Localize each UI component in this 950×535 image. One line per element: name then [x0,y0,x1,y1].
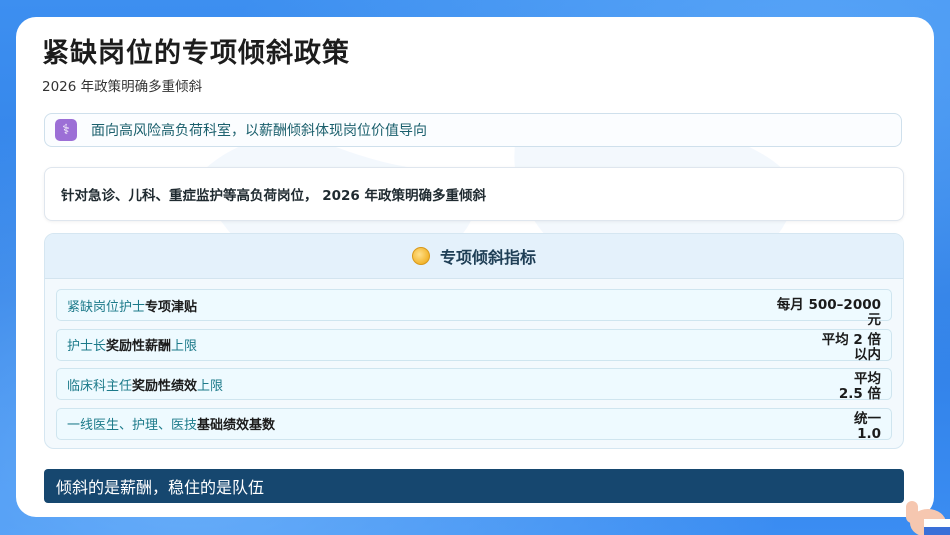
indicator-row: 紧缺岗位护士专项津贴 每月 500–2000 元 [56,289,892,328]
indicator-list: 紧缺岗位护士专项津贴 每月 500–2000 元 护士长奖励性薪酬上限 平均 2… [45,279,903,442]
info-banner: ⚕ 面向高风险高负荷科室，以薪酬倾斜体现岗位价值导向 [44,113,902,147]
panel-header: 专项倾斜指标 [45,234,903,279]
medical-caduceus-icon: ⚕ [55,119,77,141]
indicator-row: 一线医生、护理、医技基础绩效基数 统一 1.0 [56,407,892,442]
indicator-value: 每月 500–2000 元 [776,297,881,328]
indicator-label: 一线医生、护理、医技基础绩效基数 [67,418,276,433]
banner-text: 面向高风险高负荷科室，以薪酬倾斜体现岗位价值导向 [91,123,427,139]
indicator-value: 统一 1.0 [854,410,881,442]
footer-text: 倾斜的是薪酬，稳住的是队伍 [56,478,265,497]
panel-title: 专项倾斜指标 [439,248,536,267]
indicator-label: 紧缺岗位护士专项津贴 [67,299,198,315]
coin-icon [411,247,430,265]
footer-bar: 倾斜的是薪酬，稳住的是队伍 [44,469,904,503]
indicator-label: 临床科主任奖励性绩效上限 [67,378,224,394]
summary-text: 针对急诊、儿科、重症监护等高负荷岗位， 2026 年政策明确多重倾斜 [61,188,486,204]
indicator-panel: 专项倾斜指标 紧缺岗位护士专项津贴 每月 500–2000 元 护士长奖励性薪酬… [44,233,904,449]
indicator-row: 临床科主任奖励性绩效上限 平均 2.5 倍 [56,368,892,402]
indicator-value: 平均 2 倍以内 [821,331,881,363]
page-title: 紧缺岗位的专项倾斜政策 [42,38,350,69]
slide-card: 紧缺岗位的专项倾斜政策 2026 年政策明确多重倾斜 ⚕ 面向高风险高负荷科室，… [16,17,934,517]
indicator-value: 平均 2.5 倍 [838,371,881,402]
hand-pointer-icon [906,501,950,535]
page-subtitle: 2026 年政策明确多重倾斜 [42,79,203,95]
summary-box: 针对急诊、儿科、重症监护等高负荷岗位， 2026 年政策明确多重倾斜 [44,167,904,221]
indicator-label: 护士长奖励性薪酬上限 [67,339,198,354]
indicator-row: 护士长奖励性薪酬上限 平均 2 倍以内 [56,328,892,363]
